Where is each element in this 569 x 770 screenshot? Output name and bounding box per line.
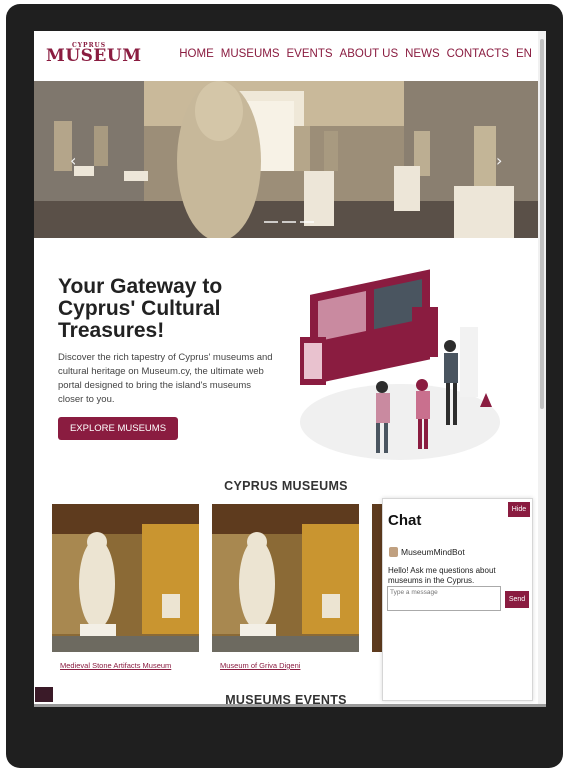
museum-card-image[interactable] [212,504,359,652]
museum-link[interactable]: Museum of Griva Digeni [220,661,300,670]
museum-link[interactable]: Medieval Stone Artifacts Museum [60,661,171,670]
explore-museums-button[interactable]: EXPLORE MUSEUMS [58,417,178,440]
logo-title: MUSEUM [46,46,142,66]
nav-events[interactable]: EVENTS [287,48,333,60]
gallery-illustration [300,269,500,460]
nav-language[interactable]: EN [516,48,532,60]
nav-home[interactable]: HOME [179,48,214,60]
slider-dot[interactable] [282,221,296,223]
browser-viewport: CYPRUS MUSEUM HOME MUSEUMS EVENTS ABOUT … [34,31,546,707]
accessibility-widget-icon[interactable] [35,687,53,702]
main-nav: HOME MUSEUMS EVENTS ABOUT US NEWS CONTAC… [179,48,532,60]
slider-dots [264,221,314,223]
bot-message: Hello! Ask me questions about museums in… [388,566,496,585]
nav-museums[interactable]: MUSEUMS [221,48,280,60]
nav-contacts[interactable]: CONTACTS [447,48,509,60]
slider-dot[interactable] [264,221,278,223]
site-logo[interactable]: CYPRUS MUSEUM [46,42,141,68]
hero-prev-arrow[interactable]: ‹ [70,151,76,170]
intro-heading: Your Gateway to Cyprus' Cultural Treasur… [58,275,223,342]
chat-hide-button[interactable]: Hide [508,502,530,517]
chat-message-input[interactable] [387,586,501,611]
nav-news[interactable]: NEWS [405,48,440,60]
hero-next-arrow[interactable]: › [496,151,502,170]
chat-title: Chat [388,512,422,529]
museum-card-image[interactable] [52,504,199,652]
chat-send-button[interactable]: Send [505,591,529,608]
museum-card-image[interactable] [372,504,382,652]
intro-description: Discover the rich tapestry of Cyprus' mu… [58,352,273,405]
hero-slider: ‹ › [34,81,538,238]
nav-about-us[interactable]: ABOUT US [340,48,399,60]
hero-gallery-image [34,81,538,238]
horizontal-scrollbar[interactable] [34,704,546,707]
scrollbar-thumb[interactable] [540,39,544,409]
slider-dot[interactable] [300,221,314,223]
bot-avatar-icon [389,547,398,557]
page-scrollbar[interactable] [538,31,546,707]
bot-name: MuseumMindBot [401,547,465,557]
chat-bot-header: MuseumMindBot [389,547,465,557]
museums-section-title: CYPRUS MUSEUMS [224,479,348,493]
chat-widget: Chat Hide MuseumMindBot Hello! Ask me qu… [382,498,533,701]
site-header: CYPRUS MUSEUM HOME MUSEUMS EVENTS ABOUT … [34,31,538,81]
